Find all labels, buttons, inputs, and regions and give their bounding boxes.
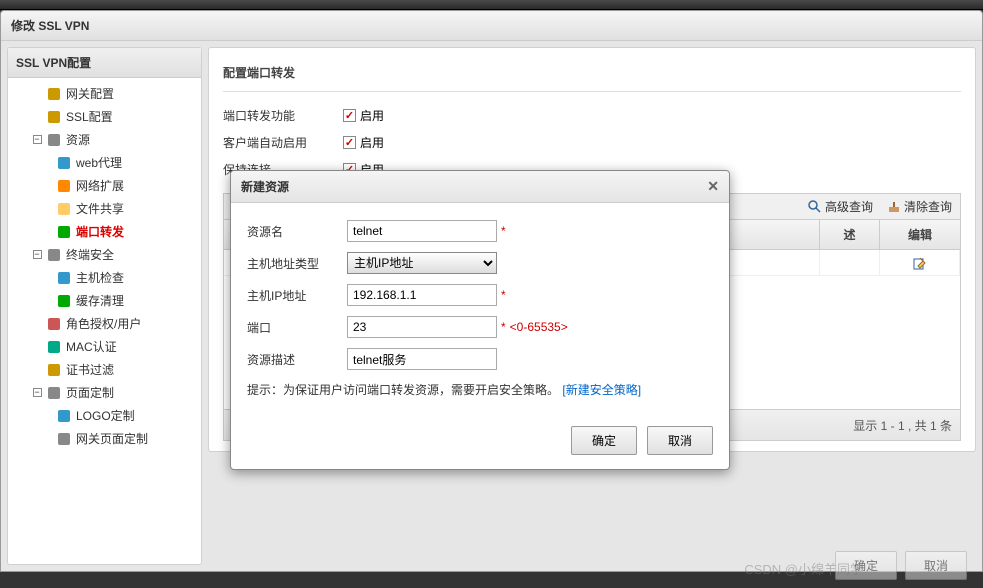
host-ip-label: 主机IP地址 <box>247 287 347 304</box>
sidebar-title: SSL VPN配置 <box>8 48 201 78</box>
sidebar-item-label: 角色授权/用户 <box>66 315 141 332</box>
advanced-search-label: 高级查询 <box>825 198 873 215</box>
enable-checkbox[interactable]: ✓ <box>343 136 356 149</box>
sidebar-item-MAC认证[interactable]: MAC认证 <box>8 335 201 358</box>
resource-name-label: 资源名 <box>247 223 347 240</box>
enable-text: 启用 <box>360 134 384 151</box>
sidebar-item-SSL配置[interactable]: SSL配置 <box>8 105 201 128</box>
plug-icon <box>56 224 72 240</box>
sidebar-item-label: 文件共享 <box>76 200 124 217</box>
enable-text: 启用 <box>360 107 384 124</box>
required-mark: * <box>501 288 506 302</box>
sidebar-item-label: LOGO定制 <box>76 407 135 424</box>
sidebar-item-label: 资源 <box>66 131 90 148</box>
db-icon <box>46 132 62 148</box>
sidebar-item-label: 网关配置 <box>66 85 114 102</box>
sidebar-item-label: 缓存清理 <box>76 292 124 309</box>
app-topbar <box>0 0 983 10</box>
addr-type-label: 主机地址类型 <box>247 255 347 272</box>
sidebar-item-网关配置[interactable]: 网关配置 <box>8 82 201 105</box>
enable-checkbox[interactable]: ✓ <box>343 109 356 122</box>
sidebar-item-缓存清理[interactable]: 缓存清理 <box>8 289 201 312</box>
user-icon <box>46 316 62 332</box>
sidebar-item-文件共享[interactable]: 文件共享 <box>8 197 201 220</box>
globe-blue-icon <box>56 155 72 171</box>
logo-icon <box>56 408 72 424</box>
window-ok-button[interactable]: 确定 <box>835 551 897 580</box>
sidebar-item-label: 终端安全 <box>66 246 114 263</box>
search-icon <box>808 200 822 214</box>
modal-cancel-button[interactable]: 取消 <box>647 426 713 455</box>
card-icon <box>46 339 62 355</box>
sidebar-item-网关页面定制[interactable]: 网关页面定制 <box>8 427 201 450</box>
modal-tip: 提示：为保证用户访问端口转发资源，需要开启安全策略。 <box>247 383 559 397</box>
sidebar-item-主机检查[interactable]: 主机检查 <box>8 266 201 289</box>
layout-icon <box>56 431 72 447</box>
window-cancel-button[interactable]: 取消 <box>905 551 967 580</box>
new-resource-modal: 新建资源 ✕ 资源名 * 主机地址类型 主机IP地址 主机IP地址 * 端口 *… <box>230 170 730 470</box>
sidebar: SSL VPN配置 网关配置 SSL配置 − 资源 web代理网络扩展文件共享端口转发 −… <box>7 47 202 565</box>
window-title: 修改 SSL VPN <box>1 11 982 41</box>
sidebar-item-label: 网关页面定制 <box>76 430 148 447</box>
sidebar-item-网络扩展[interactable]: 网络扩展 <box>8 174 201 197</box>
modal-title: 新建资源 <box>241 178 289 195</box>
port-label: 端口 <box>247 319 347 336</box>
sidebar-item-label: 网络扩展 <box>76 177 124 194</box>
collapse-icon[interactable]: − <box>30 386 44 400</box>
port-hint: <0-65535> <box>510 320 568 334</box>
sidebar-item-页面定制[interactable]: − 页面定制 <box>8 381 201 404</box>
config-row-端口转发功能: 端口转发功能✓ 启用 <box>223 102 961 129</box>
clear-search-label: 清除查询 <box>904 198 952 215</box>
globe-gear-icon <box>46 86 62 102</box>
monitor-icon <box>46 247 62 263</box>
sidebar-item-web代理[interactable]: web代理 <box>8 151 201 174</box>
folder-icon <box>56 201 72 217</box>
sidebar-item-label: SSL配置 <box>66 108 113 125</box>
collapse-icon[interactable]: − <box>30 133 44 147</box>
close-icon[interactable]: ✕ <box>707 178 719 195</box>
col-desc: 述 <box>820 220 880 249</box>
modal-ok-button[interactable]: 确定 <box>571 426 637 455</box>
pager-info: 显示 1 - 1 , 共 1 条 <box>853 417 952 434</box>
host-icon <box>56 270 72 286</box>
section-title: 配置端口转发 <box>223 58 961 92</box>
broom-icon <box>887 200 901 214</box>
globe-orange-icon <box>56 178 72 194</box>
required-mark: * <box>501 320 506 334</box>
addr-type-select[interactable]: 主机IP地址 <box>347 252 497 274</box>
clear-search-link[interactable]: 清除查询 <box>887 198 952 215</box>
config-label: 端口转发功能 <box>223 107 343 124</box>
sidebar-item-终端安全[interactable]: − 终端安全 <box>8 243 201 266</box>
sidebar-item-端口转发[interactable]: 端口转发 <box>8 220 201 243</box>
new-policy-link[interactable]: [新建安全策略] <box>562 383 641 397</box>
recycle-icon <box>56 293 72 309</box>
advanced-search-link[interactable]: 高级查询 <box>808 198 873 215</box>
resource-name-input[interactable] <box>347 220 497 242</box>
sidebar-item-证书过滤[interactable]: 证书过滤 <box>8 358 201 381</box>
desc-input[interactable] <box>347 348 497 370</box>
edit-icon[interactable] <box>913 256 927 270</box>
window-footer-buttons: 确定 取消 <box>835 551 967 580</box>
desc-label: 资源描述 <box>247 351 347 368</box>
sidebar-item-label: web代理 <box>76 154 122 171</box>
sidebar-item-label: 证书过滤 <box>66 361 114 378</box>
sidebar-item-label: 端口转发 <box>76 223 124 240</box>
collapse-icon[interactable]: − <box>30 248 44 262</box>
sidebar-item-label: MAC认证 <box>66 338 117 355</box>
sidebar-item-label: 页面定制 <box>66 384 114 401</box>
config-row-客户端自动启用: 客户端自动启用✓ 启用 <box>223 129 961 156</box>
sidebar-item-LOGO定制[interactable]: LOGO定制 <box>8 404 201 427</box>
col-edit: 编辑 <box>880 220 960 249</box>
cert-icon <box>46 362 62 378</box>
port-input[interactable] <box>347 316 497 338</box>
config-label: 客户端自动启用 <box>223 134 343 151</box>
host-ip-input[interactable] <box>347 284 497 306</box>
sidebar-item-角色授权/用户[interactable]: 角色授权/用户 <box>8 312 201 335</box>
lock-icon <box>46 109 62 125</box>
required-mark: * <box>501 224 506 238</box>
sidebar-item-label: 主机检查 <box>76 269 124 286</box>
sidebar-item-资源[interactable]: − 资源 <box>8 128 201 151</box>
page-icon <box>46 385 62 401</box>
